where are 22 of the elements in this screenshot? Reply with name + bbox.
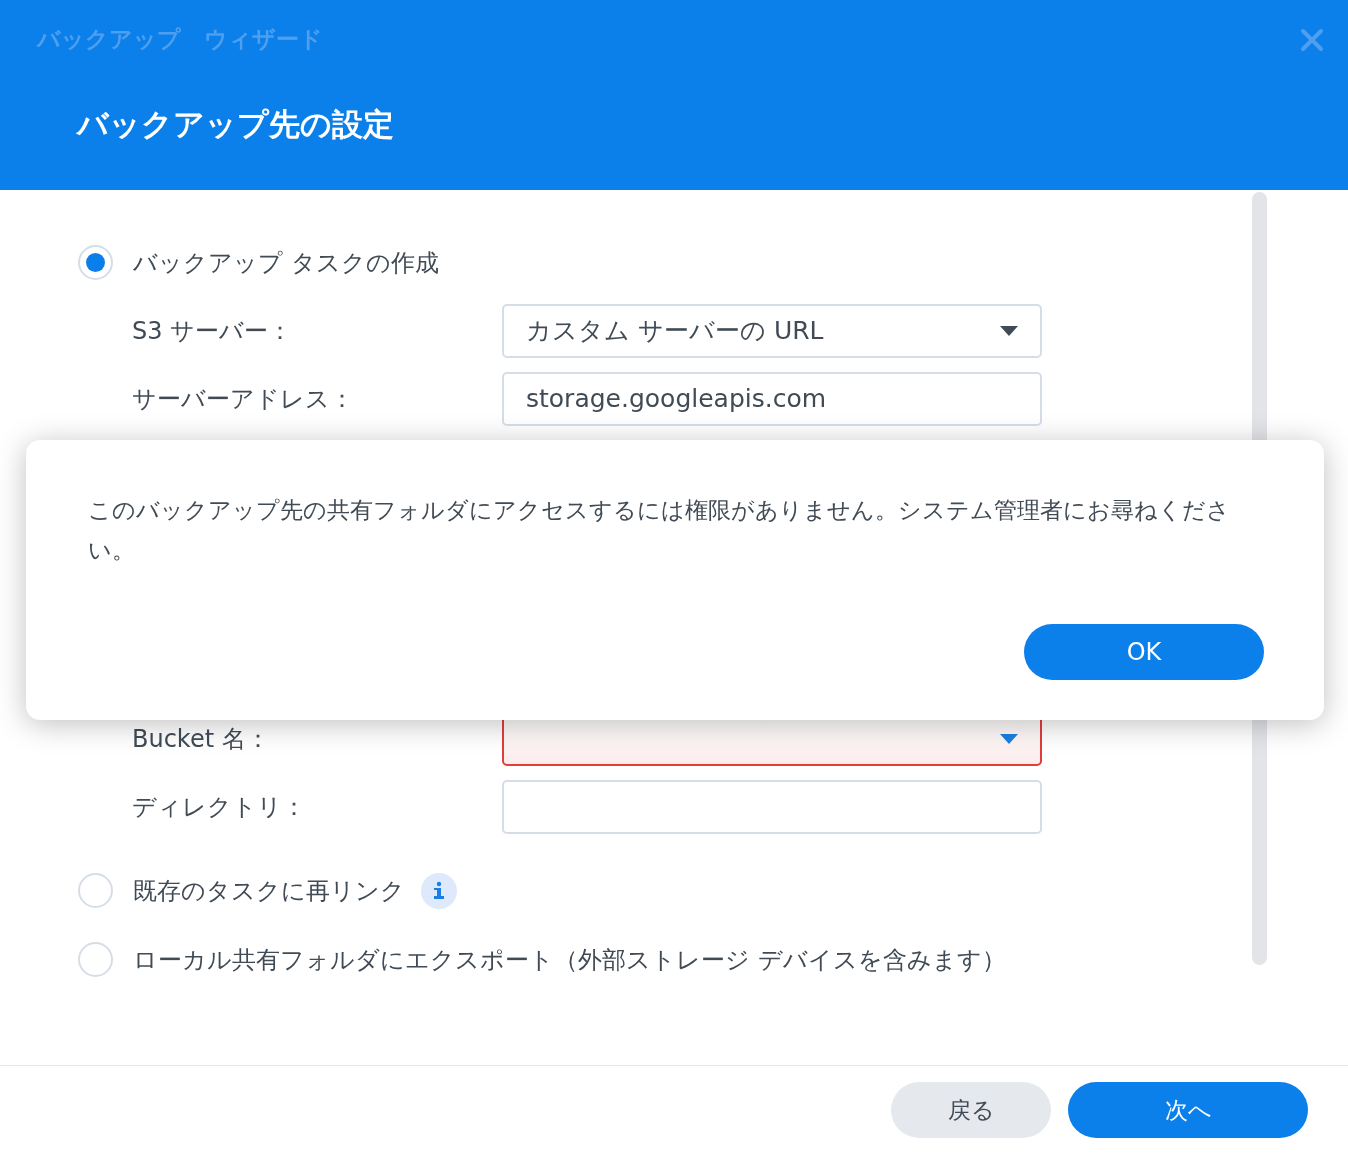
field-label: Bucket 名： <box>132 724 271 755</box>
field-label: ディレクトリ： <box>132 792 307 823</box>
radio-button[interactable] <box>78 245 113 280</box>
radio-button[interactable] <box>78 942 113 977</box>
close-icon[interactable] <box>1300 28 1324 52</box>
option-label: 既存のタスクに再リンク <box>133 875 405 907</box>
alert-message: このバックアップ先の共有フォルダにアクセスするには権限がありません。システム管理者にお尋ねください。 <box>88 496 1231 565</box>
radio-button[interactable] <box>78 873 113 908</box>
option-label: ローカル共有フォルダにエクスポート（外部ストレージ デバイスを含みます） <box>133 944 1006 976</box>
ok-button[interactable]: OK <box>1024 624 1264 680</box>
dropdown-field[interactable]: カスタム サーバーの URL <box>502 304 1042 358</box>
input-field[interactable]: storage.googleapis.com <box>502 372 1042 426</box>
input-field[interactable] <box>502 780 1042 834</box>
back-button[interactable]: 戻る <box>891 1082 1051 1138</box>
page-heading: バックアップ先の設定 <box>77 104 395 144</box>
option-label: バックアップ タスクの作成 <box>133 247 439 279</box>
next-button[interactable]: 次へ <box>1068 1082 1308 1138</box>
window-title: バックアップ ウィザード <box>37 25 323 54</box>
caret-icon <box>1000 734 1018 744</box>
caret-icon <box>1000 326 1018 336</box>
field-label: S3 サーバー： <box>132 316 294 347</box>
field-label: サーバーアドレス： <box>132 384 355 415</box>
